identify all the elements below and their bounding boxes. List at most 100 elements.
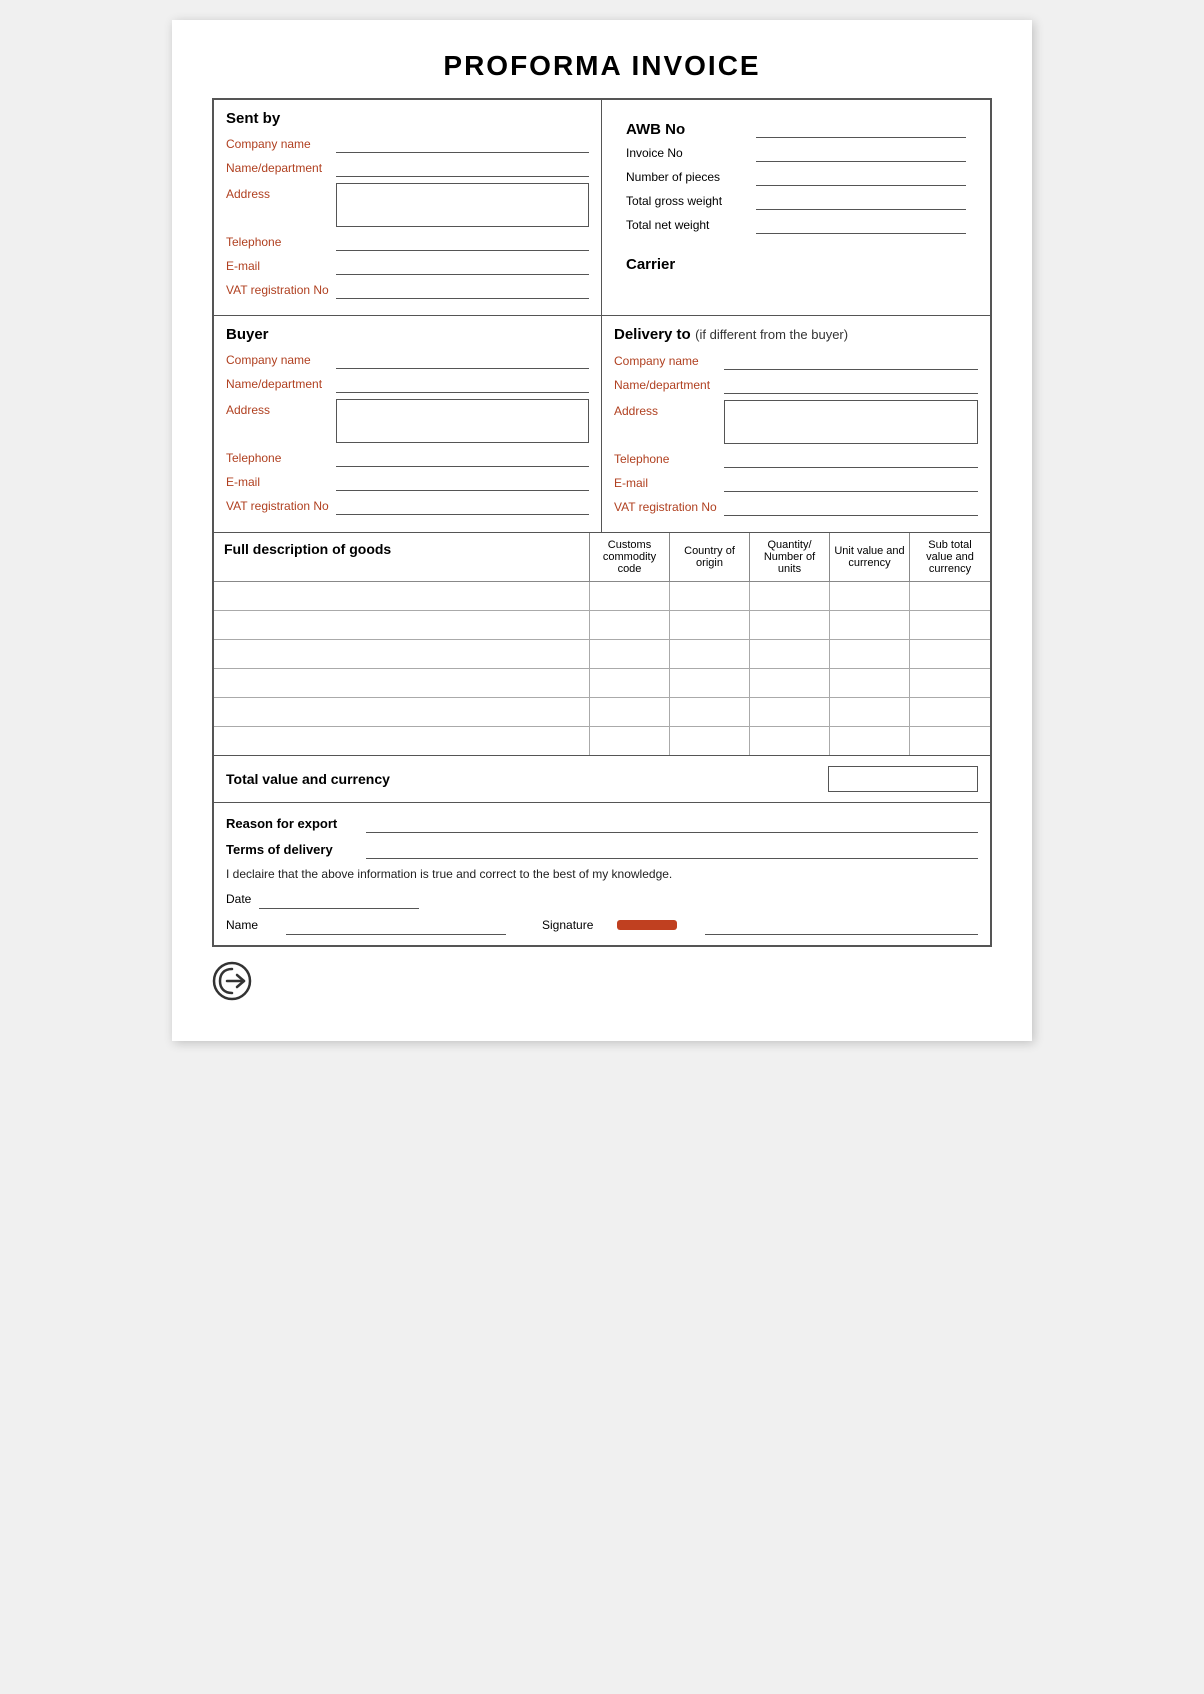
goods-customs-5-input[interactable] (590, 698, 669, 726)
goods-subtotal-6-input[interactable] (910, 727, 990, 755)
goods-unit-3-input[interactable] (830, 640, 909, 668)
goods-qty-2 (750, 611, 830, 639)
goods-row-3 (214, 640, 990, 669)
del-company-input[interactable] (724, 352, 978, 370)
sent-namedept-label: Name/department (226, 161, 336, 175)
goods-qty-5-input[interactable] (750, 698, 829, 726)
goods-subtotal-5 (910, 698, 990, 726)
declaration-text: I declaire that the above information is… (226, 867, 978, 881)
goods-qty-3-input[interactable] (750, 640, 829, 668)
goods-desc-5-input[interactable] (214, 698, 589, 726)
goods-customs-6-input[interactable] (590, 727, 669, 755)
goods-qty-4-input[interactable] (750, 669, 829, 697)
pieces-input[interactable] (756, 168, 966, 186)
awb-input[interactable] (756, 120, 966, 138)
buyer-email-input[interactable] (336, 473, 589, 491)
goods-desc-4 (214, 669, 590, 697)
sent-vat-input[interactable] (336, 281, 589, 299)
buyer-vat-label: VAT registration No (226, 499, 336, 513)
goods-customs-2-input[interactable] (590, 611, 669, 639)
brand-logo (212, 961, 252, 1001)
goods-customs-4-input[interactable] (590, 669, 669, 697)
goods-desc-6 (214, 727, 590, 755)
goods-qty-6 (750, 727, 830, 755)
gross-input[interactable] (756, 192, 966, 210)
goods-qty-2-input[interactable] (750, 611, 829, 639)
goods-unit-2-input[interactable] (830, 611, 909, 639)
goods-subtotal-5-input[interactable] (910, 698, 990, 726)
sent-namedept-input[interactable] (336, 159, 589, 177)
buyer-tel-label: Telephone (226, 451, 336, 465)
goods-subtotal-2-input[interactable] (910, 611, 990, 639)
sent-tel-input[interactable] (336, 233, 589, 251)
goods-customs-1-input[interactable] (590, 582, 669, 610)
sent-by-title: Sent by (226, 110, 589, 127)
goods-country-5-input[interactable] (670, 698, 749, 726)
net-input[interactable] (756, 216, 966, 234)
sent-tel-row: Telephone (226, 233, 589, 251)
goods-country-4-input[interactable] (670, 669, 749, 697)
goods-country-6-input[interactable] (670, 727, 749, 755)
total-input[interactable] (828, 766, 978, 792)
del-namedept-label: Name/department (614, 378, 724, 392)
goods-subtotal-1-input[interactable] (910, 582, 990, 610)
sent-email-input[interactable] (336, 257, 589, 275)
goods-desc-6-input[interactable] (214, 727, 589, 755)
del-email-input[interactable] (724, 474, 978, 492)
goods-qty-1-input[interactable] (750, 582, 829, 610)
buyer-company-row: Company name (226, 351, 589, 369)
buyer-company-input[interactable] (336, 351, 589, 369)
page: PROFORMA INVOICE Sent by Company name Na… (172, 20, 1032, 1041)
date-input[interactable] (259, 889, 419, 909)
goods-desc-2-input[interactable] (214, 611, 589, 639)
del-tel-label: Telephone (614, 452, 724, 466)
del-email-label: E-mail (614, 476, 724, 490)
goods-desc-1-input[interactable] (214, 582, 589, 610)
delivery-subtitle: (if different from the buyer) (695, 327, 848, 342)
del-tel-input[interactable] (724, 450, 978, 468)
buyer-tel-input[interactable] (336, 449, 589, 467)
goods-subtotal-6 (910, 727, 990, 755)
net-row: Total net weight (626, 216, 966, 234)
goods-unit-4-input[interactable] (830, 669, 909, 697)
sent-address-input[interactable] (336, 183, 589, 227)
goods-qty-4 (750, 669, 830, 697)
goods-row-1 (214, 582, 990, 611)
goods-unit-5-input[interactable] (830, 698, 909, 726)
del-address-input[interactable] (724, 400, 978, 444)
goods-country-3-input[interactable] (670, 640, 749, 668)
terms-label: Terms of delivery (226, 842, 366, 857)
invoice-no-input[interactable] (756, 144, 966, 162)
goods-desc-4-input[interactable] (214, 669, 589, 697)
goods-desc-5 (214, 698, 590, 726)
buyer-email-label: E-mail (226, 475, 336, 489)
goods-subtotal-4-input[interactable] (910, 669, 990, 697)
buyer-vat-input[interactable] (336, 497, 589, 515)
awb-section: AWB No Invoice No Number of pieces Total… (614, 110, 978, 250)
goods-qty-6-input[interactable] (750, 727, 829, 755)
terms-input[interactable] (366, 839, 978, 859)
goods-country-2-input[interactable] (670, 611, 749, 639)
goods-row-5 (214, 698, 990, 727)
del-namedept-input[interactable] (724, 376, 978, 394)
goods-row-6 (214, 727, 990, 755)
goods-subtotal-3-input[interactable] (910, 640, 990, 668)
goods-desc-3-input[interactable] (214, 640, 589, 668)
buyer-tel-row: Telephone (226, 449, 589, 467)
goods-unit-1-input[interactable] (830, 582, 909, 610)
gross-row: Total gross weight (626, 192, 966, 210)
signature-decoration (617, 920, 677, 930)
sent-vat-label: VAT registration No (226, 283, 336, 297)
buyer-namedept-input[interactable] (336, 375, 589, 393)
signature-input[interactable] (705, 915, 978, 935)
goods-customs-6 (590, 727, 670, 755)
goods-unit-6-input[interactable] (830, 727, 909, 755)
bottom-section: Reason for export Terms of delivery I de… (214, 803, 990, 945)
del-vat-input[interactable] (724, 498, 978, 516)
buyer-address-input[interactable] (336, 399, 589, 443)
sent-company-input[interactable] (336, 135, 589, 153)
goods-country-1-input[interactable] (670, 582, 749, 610)
reason-input[interactable] (366, 813, 978, 833)
goods-customs-3-input[interactable] (590, 640, 669, 668)
name-input[interactable] (286, 915, 506, 935)
